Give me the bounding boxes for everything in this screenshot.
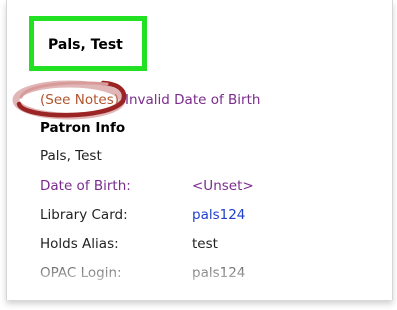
library-card-link[interactable]: pals124: [192, 207, 245, 223]
patron-summary-panel: Pals, Test (See Notes) Invalid Date of Bi…: [6, 0, 393, 300]
highlight-ring-annotation: [12, 80, 127, 120]
field-label: OPAC Login:: [40, 265, 122, 281]
field-label: Email:: [40, 292, 83, 300]
field-value: test: [192, 236, 218, 252]
alert-message: Invalid Date of Birth: [125, 92, 261, 108]
field-label: Library Card:: [40, 207, 128, 223]
field-row-email: Email:: [40, 292, 192, 300]
field-row-library-card: Library Card: pals124: [40, 207, 245, 223]
field-label: Date of Birth:: [40, 178, 131, 194]
patron-name-header: Pals, Test: [48, 37, 123, 53]
field-row-date-of-birth: Date of Birth: <Unset>: [40, 178, 254, 194]
field-row-holds-alias: Holds Alias: test: [40, 236, 218, 252]
field-row-opac-login: OPAC Login: pals124: [40, 265, 245, 281]
patron-display-name: Pals, Test: [40, 148, 102, 164]
field-value: <Unset>: [192, 178, 254, 194]
field-value: pals124: [192, 265, 246, 281]
field-label: Holds Alias:: [40, 236, 119, 252]
